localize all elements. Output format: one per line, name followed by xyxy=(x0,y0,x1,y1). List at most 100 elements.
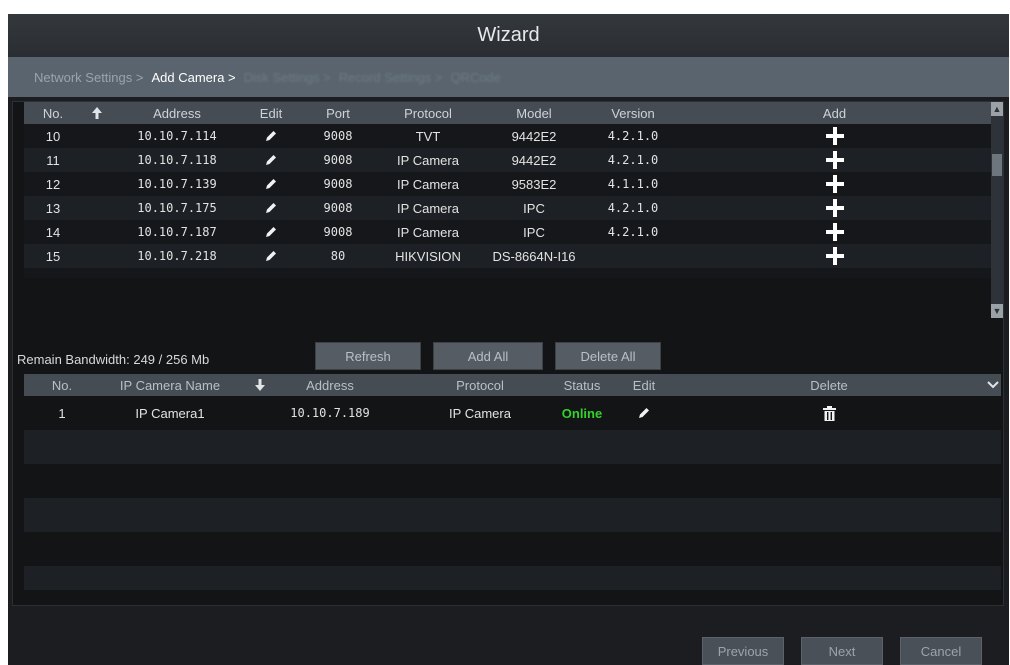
table-row-partial xyxy=(24,268,991,278)
cell-version xyxy=(588,244,678,268)
cell-address: 10.10.7.187 xyxy=(137,225,217,239)
cell-no: 14 xyxy=(45,224,61,240)
add-all-button[interactable]: Add All xyxy=(433,342,543,370)
add-plus-icon[interactable] xyxy=(678,220,991,244)
cancel-button[interactable]: Cancel xyxy=(900,637,982,665)
col-model[interactable]: Model xyxy=(480,102,588,124)
cell-model: 9583E2 xyxy=(511,176,557,192)
status-badge: Online xyxy=(561,405,603,421)
add-camera-panel: No. Address Edit Port Protocol Model Ver… xyxy=(12,101,1004,606)
edit-pencil-icon[interactable] xyxy=(242,220,300,244)
edit-pencil-icon[interactable] xyxy=(242,244,300,268)
col-ip-camera-name[interactable]: IP Camera Name xyxy=(100,374,240,396)
col-status[interactable]: Status xyxy=(550,374,614,396)
empty-row xyxy=(24,464,1001,498)
add-plus-icon[interactable] xyxy=(678,196,991,220)
next-button[interactable]: Next xyxy=(801,637,883,665)
col-edit: Edit xyxy=(259,105,283,121)
edit-pencil-icon[interactable] xyxy=(242,172,300,196)
cell-model: IPC xyxy=(523,200,545,216)
add-plus-icon[interactable] xyxy=(678,172,991,196)
col-address[interactable]: Address xyxy=(280,374,380,396)
table-row[interactable]: 11 10.10.7.118 9008 IP Camera 9442E2 4.2… xyxy=(24,148,991,172)
cell-protocol: IP Camera xyxy=(449,405,511,421)
col-address[interactable]: Address xyxy=(112,102,242,124)
cell-port: 9008 xyxy=(323,177,353,191)
cell-version: 4.2.1.0 xyxy=(607,129,659,143)
table-row[interactable]: 12 10.10.7.139 9008 IP Camera 9583E2 4.1… xyxy=(24,172,991,196)
delete-trash-icon[interactable] xyxy=(674,396,984,430)
added-table-header: No. IP Camera Name Address Protocol Stat… xyxy=(24,374,1001,396)
scroll-down-icon[interactable]: ▼ xyxy=(991,304,1003,318)
cell-port: 80 xyxy=(330,249,346,263)
col-edit: Edit xyxy=(632,377,656,393)
cell-model: 9442E2 xyxy=(511,128,557,144)
table-row[interactable]: 14 10.10.7.187 9008 IP Camera IPC 4.2.1.… xyxy=(24,220,991,244)
col-no[interactable]: No. xyxy=(24,374,100,396)
add-plus-icon[interactable] xyxy=(678,148,991,172)
edit-pencil-icon[interactable] xyxy=(242,124,300,148)
cell-protocol: IP Camera xyxy=(397,200,459,216)
step-add-camera[interactable]: Add Camera > xyxy=(151,70,235,85)
added-cameras-table: No. IP Camera Name Address Protocol Stat… xyxy=(24,374,1001,602)
col-protocol[interactable]: Protocol xyxy=(410,374,550,396)
sort-down-arrow-icon[interactable] xyxy=(240,374,280,396)
cell-protocol: IP Camera xyxy=(397,224,459,240)
cell-address: 10.10.7.114 xyxy=(137,129,217,143)
chevron-down-icon[interactable] xyxy=(984,374,1001,396)
cell-port: 9008 xyxy=(323,225,353,239)
cell-address: 10.10.7.175 xyxy=(137,201,217,215)
col-add: Add xyxy=(822,105,847,121)
search-table-body: 10 10.10.7.114 9008 TVT 9442E2 4.2.1.0 1… xyxy=(24,124,991,318)
cell-port: 9008 xyxy=(323,201,353,215)
previous-button[interactable]: Previous xyxy=(702,637,784,665)
table-row[interactable]: 1 IP Camera1 10.10.7.189 IP Camera Onlin… xyxy=(24,396,1001,430)
step-network-settings[interactable]: Network Settings > xyxy=(34,70,143,85)
cell-address: 10.10.7.218 xyxy=(137,249,217,263)
table-row[interactable]: 13 10.10.7.175 9008 IP Camera IPC 4.2.1.… xyxy=(24,196,991,220)
scroll-thumb[interactable] xyxy=(992,154,1002,176)
cell-protocol: TVT xyxy=(415,128,441,144)
col-port[interactable]: Port xyxy=(300,102,376,124)
edit-pencil-icon[interactable] xyxy=(614,396,674,430)
table-row[interactable]: 10 10.10.7.114 9008 TVT 9442E2 4.2.1.0 xyxy=(24,124,991,148)
search-results-table: No. Address Edit Port Protocol Model Ver… xyxy=(24,102,991,318)
cell-version: 4.2.1.0 xyxy=(607,225,659,239)
edit-pencil-icon[interactable] xyxy=(242,196,300,220)
edit-pencil-icon[interactable] xyxy=(242,148,300,172)
refresh-button[interactable]: Refresh xyxy=(315,342,421,370)
cell-no: 11 xyxy=(46,152,60,168)
col-delete: Delete xyxy=(810,377,848,393)
delete-all-button[interactable]: Delete All xyxy=(555,342,661,370)
cell-address: 10.10.7.139 xyxy=(137,177,217,191)
col-no[interactable]: No. xyxy=(24,102,82,124)
cell-address: 10.10.7.189 xyxy=(290,406,370,420)
window-title: Wizard xyxy=(8,14,1009,57)
cell-port: 9008 xyxy=(323,129,353,143)
sort-up-arrow-icon[interactable] xyxy=(82,102,112,124)
cell-no: 1 xyxy=(58,405,66,421)
scroll-up-icon[interactable]: ▲ xyxy=(991,102,1003,116)
empty-row xyxy=(24,532,1001,566)
cell-address: 10.10.7.118 xyxy=(137,153,217,167)
col-protocol[interactable]: Protocol xyxy=(376,102,480,124)
cell-model: DS-8664N-I16 xyxy=(492,248,576,264)
step-record-settings: Record Settings > xyxy=(338,69,443,85)
cell-protocol: IP Camera xyxy=(397,176,459,192)
cell-version: 4.2.1.0 xyxy=(607,153,659,167)
add-plus-icon[interactable] xyxy=(678,244,991,268)
search-table-header: No. Address Edit Port Protocol Model Ver… xyxy=(24,102,991,124)
table-row[interactable]: 15 10.10.7.218 80 HIKVISION DS-8664N-I16 xyxy=(24,244,991,268)
step-disk-settings: Disk Settings > xyxy=(243,69,331,85)
cell-protocol: IP Camera xyxy=(397,152,459,168)
search-table-scrollbar[interactable]: ▲ ▼ xyxy=(991,102,1003,318)
cell-ip-camera-name: IP Camera1 xyxy=(135,405,205,421)
add-plus-icon[interactable] xyxy=(678,124,991,148)
empty-row xyxy=(24,498,1001,532)
cell-no: 12 xyxy=(45,176,61,192)
step-qrcode: QRCode xyxy=(450,69,502,85)
empty-row xyxy=(24,566,1001,590)
remain-bandwidth: Remain Bandwidth: 249 / 256 Mb xyxy=(17,352,210,367)
col-version[interactable]: Version xyxy=(588,102,678,124)
cell-no: 13 xyxy=(45,200,61,216)
